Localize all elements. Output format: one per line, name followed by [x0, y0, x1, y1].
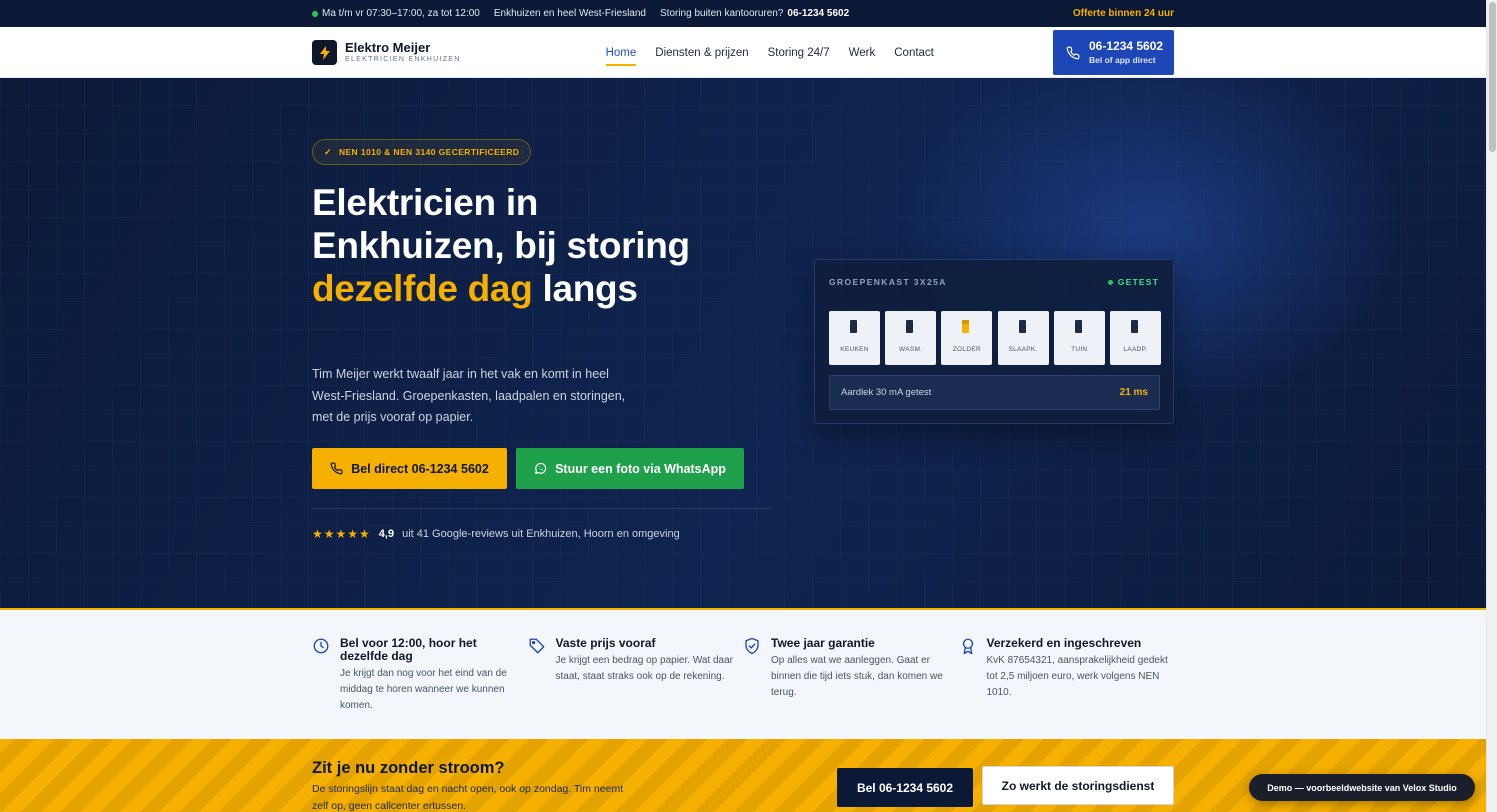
- lightning-icon: [312, 40, 337, 65]
- header-call-button[interactable]: 06-1234 5602 Bel of app direct: [1053, 30, 1174, 75]
- feature-item: Bel voor 12:00, hoor het dezelfde dag Je…: [312, 637, 528, 714]
- shield-check-icon: [743, 637, 761, 655]
- breaker-switch-active-icon: [962, 320, 970, 333]
- hero-buttons: Bel direct 06-1234 5602 Stuur een foto v…: [312, 448, 744, 489]
- award-icon: [959, 637, 977, 655]
- google-rating: ★★★★★ 4,9 uit 41 Google-reviews uit Enkh…: [312, 527, 680, 541]
- fuse-group-label: TUIN: [1071, 346, 1088, 353]
- nav-work[interactable]: Werk: [849, 27, 876, 78]
- page-scrollbar[interactable]: [1486, 0, 1497, 812]
- nav-outage[interactable]: Storing 24/7: [768, 27, 830, 78]
- fuse-group-label: LAADP.: [1123, 346, 1148, 353]
- feature-desc: KvK 87654321, aansprakelijkheid gedekt t…: [986, 655, 1168, 698]
- scrollbar-thumb[interactable]: [1489, 2, 1496, 152]
- whatsapp-label: Stuur een foto via WhatsApp: [555, 461, 726, 476]
- hero-heading: Elektricien in Enkhuizen, bij storing de…: [312, 181, 732, 310]
- fuse-group-label: ZOLDER: [952, 346, 981, 353]
- outage-info-button[interactable]: Zo werkt de storingsdienst: [982, 766, 1174, 805]
- fuse-group-kitchen[interactable]: KEUKEN: [829, 311, 880, 365]
- page: Ma t/m vr 07:30–17:00, za tot 12:00 Enkh…: [0, 0, 1486, 812]
- opening-hours: Ma t/m vr 07:30–17:00, za tot 12:00: [312, 8, 480, 19]
- site-header: Elektro Meijer ELEKTRICIEN ENKHUIZEN Hom…: [0, 27, 1486, 78]
- whatsapp-icon: [534, 462, 547, 475]
- opening-hours-text: Ma t/m vr 07:30–17:00, za tot 12:00: [322, 8, 480, 19]
- header-cta-phone: 06-1234 5602: [1089, 39, 1164, 53]
- rcd-test-label: Aardlek 30 mA getest: [841, 387, 932, 398]
- after-hours-phone-link[interactable]: 06-1234 5602: [787, 8, 849, 19]
- feature-title: Verzekerd en ingeschreven: [986, 636, 1142, 650]
- fuse-group-label: WASM.: [899, 346, 923, 353]
- after-hours: Storing buiten kantooruren? 06-1234 5602: [660, 8, 849, 19]
- service-region: Enkhuizen en heel West-Friesland: [493, 8, 646, 19]
- main-nav: Home Diensten & prijzen Storing 24/7 Wer…: [605, 27, 953, 78]
- demo-badge[interactable]: Demo — voorbeeldwebsite van Velox Studio: [1249, 774, 1475, 801]
- status-dot-icon: [312, 10, 318, 17]
- feature-item: Verzekerd en ingeschreven KvK 87654321, …: [959, 637, 1175, 714]
- fuse-group-attic[interactable]: ZOLDER: [941, 311, 993, 365]
- outage-call-button[interactable]: Bel 06-1234 5602: [837, 768, 973, 807]
- feature-title: Vaste prijs vooraf: [555, 636, 656, 650]
- certification-text: NEN 1010 & NEN 3140 GECERTIFICEERD: [338, 147, 520, 157]
- breaker-switch-icon: [1074, 320, 1082, 333]
- feature-item: Vaste prijs vooraf Je krijgt een bedrag …: [528, 637, 744, 714]
- logo-subtitle: ELEKTRICIEN ENKHUIZEN: [345, 55, 461, 63]
- nav-contact[interactable]: Contact: [894, 27, 934, 78]
- fuse-groups: KEUKEN WASM. ZOLDER SLAAPK. TUIN LAADP.: [829, 311, 1161, 365]
- nav-services-prices[interactable]: Diensten & prijzen: [655, 27, 748, 78]
- fuse-group-label: KEUKEN: [840, 346, 869, 353]
- top-bar: Ma t/m vr 07:30–17:00, za tot 12:00 Enkh…: [0, 0, 1486, 27]
- header-cta-sub: Bel of app direct: [1089, 55, 1156, 65]
- panel-status: GETEST: [1107, 277, 1159, 287]
- hero-lead: Tim Meijer werkt twaalf jaar in het vak …: [312, 367, 626, 424]
- feature-item: Twee jaar garantie Op alles wat we aanle…: [743, 637, 959, 714]
- breaker-switch-icon: [906, 320, 914, 333]
- call-direct-label: Bel direct 06-1234 5602: [351, 461, 489, 476]
- certification-badge: ✓ NEN 1010 & NEN 3140 GECERTIFICEERD: [312, 139, 532, 165]
- breaker-switch-icon: [1018, 320, 1026, 333]
- clock-icon: [312, 637, 330, 655]
- fuse-group-bedroom[interactable]: SLAAPK.: [997, 311, 1049, 365]
- hero-heading-part2: langs: [532, 268, 638, 309]
- logo[interactable]: Elektro Meijer ELEKTRICIEN ENKHUIZEN: [312, 40, 461, 65]
- tag-icon: [528, 637, 546, 655]
- rcd-test-value: 21 ms: [1119, 387, 1148, 398]
- rating-score: 4,9: [378, 528, 395, 540]
- fuse-group-washer[interactable]: WASM.: [885, 311, 937, 365]
- rcd-test-result: Aardlek 30 mA getest 21 ms: [829, 375, 1160, 410]
- features-section: Bel voor 12:00, hoor het dezelfde dag Je…: [0, 610, 1486, 739]
- outage-title: Zit je nu zonder stroom?: [312, 759, 505, 777]
- after-hours-label: Storing buiten kantooruren?: [660, 8, 784, 19]
- panel-status-text: GETEST: [1117, 277, 1159, 287]
- hero-heading-part1: Elektricien in Enkhuizen, bij storing: [312, 182, 690, 266]
- feature-title: Bel voor 12:00, hoor het dezelfde dag: [340, 636, 477, 663]
- stars-icon: ★★★★★: [312, 527, 371, 541]
- status-dot-icon: [1107, 279, 1113, 285]
- fuse-group-label: SLAAPK.: [1008, 346, 1038, 353]
- nav-home[interactable]: Home: [605, 27, 636, 78]
- offer-note: Offerte binnen 24 uur: [1072, 8, 1174, 19]
- rating-text: uit 41 Google-reviews uit Enkhuizen, Hoo…: [402, 528, 680, 540]
- feature-desc: Op alles wat we aanleggen. Gaat er binne…: [771, 655, 943, 698]
- fuse-group-charger[interactable]: LAADP.: [1109, 311, 1161, 365]
- hero-heading-accent: dezelfde dag: [312, 268, 533, 309]
- call-direct-button[interactable]: Bel direct 06-1234 5602: [312, 448, 507, 489]
- phone-icon: [1066, 46, 1080, 60]
- feature-desc: Je krijgt dan nog voor het eind van de m…: [340, 668, 507, 711]
- hero-divider: [312, 508, 772, 509]
- check-icon: ✓: [324, 146, 332, 157]
- fuse-group-garden[interactable]: TUIN: [1053, 311, 1105, 365]
- logo-title: Elektro Meijer: [345, 39, 431, 55]
- fuse-box-panel: GROEPENKAST 3X25A GETEST KEUKEN WASM. ZO…: [814, 259, 1174, 424]
- feature-title: Twee jaar garantie: [771, 636, 875, 650]
- panel-title: GROEPENKAST 3X25A: [829, 277, 947, 287]
- outage-text: De storingslijn staat dag en nacht open,…: [312, 783, 624, 812]
- phone-icon: [330, 462, 343, 475]
- hero-section: ✓ NEN 1010 & NEN 3140 GECERTIFICEERD Ele…: [0, 78, 1486, 610]
- breaker-switch-icon: [850, 320, 857, 333]
- whatsapp-button[interactable]: Stuur een foto via WhatsApp: [516, 448, 744, 489]
- feature-desc: Je krijgt een bedrag op papier. Wat daar…: [555, 655, 734, 682]
- breaker-switch-icon: [1130, 320, 1138, 333]
